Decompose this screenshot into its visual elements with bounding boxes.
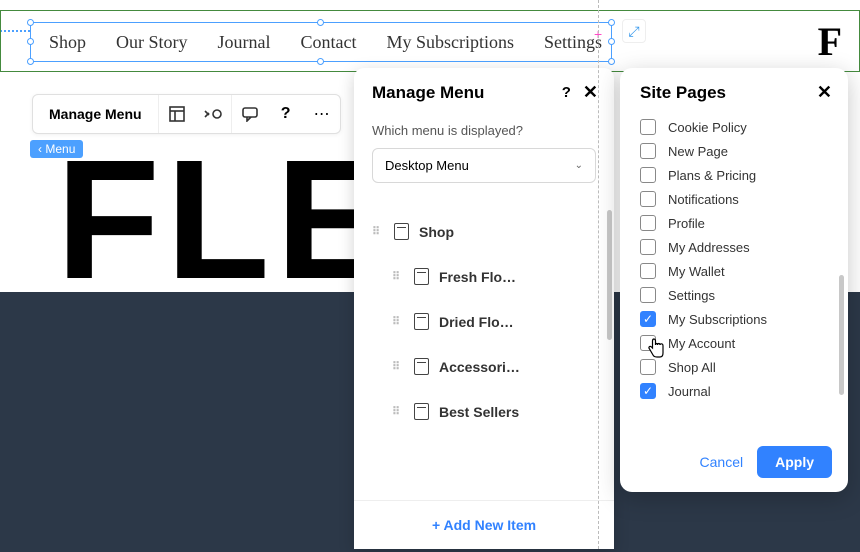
menu-select-dropdown[interactable]: Desktop Menu ⌄ bbox=[372, 148, 596, 183]
add-new-item-button[interactable]: + Add New Item bbox=[354, 500, 614, 549]
nav-item[interactable]: Contact bbox=[301, 32, 357, 53]
chevron-down-icon: ⌄ bbox=[575, 160, 583, 171]
background-hero-text: FLE bbox=[56, 122, 395, 318]
drag-handle-icon[interactable]: ⠿ bbox=[392, 315, 404, 328]
menu-item-label: Shop bbox=[419, 224, 454, 240]
page-label: New Page bbox=[668, 144, 728, 159]
cancel-button[interactable]: Cancel bbox=[700, 454, 744, 470]
page-label: Journal bbox=[668, 384, 711, 399]
page-checkbox-row[interactable]: My Wallet bbox=[640, 259, 830, 283]
page-checkbox-row[interactable]: Shop All bbox=[640, 355, 830, 379]
menu-item-row[interactable]: ⠿ Accessori… bbox=[372, 344, 596, 389]
page-label: My Wallet bbox=[668, 264, 725, 279]
resize-handle[interactable] bbox=[27, 58, 34, 65]
nav-item[interactable]: My Subscriptions bbox=[387, 32, 515, 53]
checkbox[interactable] bbox=[640, 119, 656, 135]
panel-title: Manage Menu bbox=[372, 83, 484, 103]
page-checkbox-row[interactable]: Journal bbox=[640, 379, 830, 403]
resize-handle[interactable] bbox=[317, 58, 324, 65]
brand-letter: F bbox=[818, 18, 842, 65]
resize-handle[interactable] bbox=[608, 58, 615, 65]
checkbox[interactable] bbox=[640, 287, 656, 303]
page-checkbox-row[interactable]: My Addresses bbox=[640, 235, 830, 259]
menu-element-selection[interactable]: Shop Our Story Journal Contact My Subscr… bbox=[30, 22, 612, 62]
resize-handle[interactable] bbox=[27, 19, 34, 26]
site-pages-body: Cookie Policy New Page Plans & Pricing Noti… bbox=[620, 115, 848, 432]
menu-item-row[interactable]: ⠿ Dried Flo… bbox=[372, 299, 596, 344]
manage-menu-panel: Manage Menu ? ✕ Which menu is displayed?… bbox=[354, 68, 614, 549]
page-checkbox-row[interactable]: Profile bbox=[640, 211, 830, 235]
vertical-guide bbox=[598, 0, 599, 549]
checkbox[interactable] bbox=[640, 143, 656, 159]
dropdown-value: Desktop Menu bbox=[385, 158, 469, 173]
checkbox[interactable] bbox=[640, 167, 656, 183]
drag-handle-icon[interactable]: ⠿ bbox=[392, 405, 404, 418]
nav-item[interactable]: Settings bbox=[544, 32, 602, 53]
page-icon bbox=[414, 403, 429, 420]
menu-item-label: Dried Flo… bbox=[439, 314, 514, 330]
page-icon bbox=[394, 223, 409, 240]
checkbox[interactable] bbox=[640, 335, 656, 351]
checkbox[interactable] bbox=[640, 263, 656, 279]
drag-handle-icon[interactable]: ⠿ bbox=[392, 270, 404, 283]
resize-handle[interactable] bbox=[317, 19, 324, 26]
manage-menu-body: Which menu is displayed? Desktop Menu ⌄ … bbox=[354, 115, 614, 500]
pages-list: Cookie Policy New Page Plans & Pricing Noti… bbox=[640, 115, 830, 403]
menu-item-row[interactable]: ⠿ Best Sellers bbox=[372, 389, 596, 434]
panel-title: Site Pages bbox=[640, 83, 726, 103]
nav-item[interactable]: Our Story bbox=[116, 32, 188, 53]
page-label: Notifications bbox=[668, 192, 739, 207]
checkbox[interactable] bbox=[640, 311, 656, 327]
resize-handle[interactable] bbox=[608, 38, 615, 45]
page-label: Profile bbox=[668, 216, 705, 231]
page-label: Plans & Pricing bbox=[668, 168, 756, 183]
scrollbar-thumb[interactable] bbox=[607, 210, 612, 340]
page-label: My Account bbox=[668, 336, 735, 351]
close-icon[interactable]: ✕ bbox=[817, 82, 832, 103]
page-checkbox-row[interactable]: My Subscriptions bbox=[640, 307, 830, 331]
nav-item[interactable]: Shop bbox=[49, 32, 86, 53]
page-label: Cookie Policy bbox=[668, 120, 747, 135]
menu-items-list: ⠿ Shop ⠿ Fresh Flo… ⠿ Dried Flo… ⠿ Accessori… ⠿ B… bbox=[372, 209, 596, 434]
menu-item-row[interactable]: ⠿ Fresh Flo… bbox=[372, 254, 596, 299]
checkbox[interactable] bbox=[640, 191, 656, 207]
resize-handle[interactable] bbox=[608, 19, 615, 26]
page-checkbox-row[interactable]: Cookie Policy bbox=[640, 115, 830, 139]
page-label: My Subscriptions bbox=[668, 312, 767, 327]
scrollbar-thumb[interactable] bbox=[839, 275, 844, 395]
page-checkbox-row[interactable]: Plans & Pricing bbox=[640, 163, 830, 187]
nav-item[interactable]: Journal bbox=[218, 32, 271, 53]
menu-item-label: Accessori… bbox=[439, 359, 520, 375]
menu-item-label: Fresh Flo… bbox=[439, 269, 516, 285]
page-label: My Addresses bbox=[668, 240, 750, 255]
site-pages-panel: Site Pages ✕ Cookie Policy New Page Plans … bbox=[620, 68, 848, 492]
page-label: Settings bbox=[668, 288, 715, 303]
apply-button[interactable]: Apply bbox=[757, 446, 832, 478]
resize-handle[interactable] bbox=[27, 38, 34, 45]
dropdown-label: Which menu is displayed? bbox=[372, 123, 596, 138]
drag-handle-icon[interactable]: ⠿ bbox=[372, 225, 384, 238]
page-label: Shop All bbox=[668, 360, 716, 375]
menu-item-row[interactable]: ⠿ Shop bbox=[372, 209, 596, 254]
checkbox[interactable] bbox=[640, 215, 656, 231]
menu-item-label: Best Sellers bbox=[439, 404, 519, 420]
page-icon bbox=[414, 313, 429, 330]
help-icon[interactable]: ? bbox=[562, 84, 571, 101]
checkbox[interactable] bbox=[640, 383, 656, 399]
page-checkbox-row[interactable]: New Page bbox=[640, 139, 830, 163]
page-icon bbox=[414, 268, 429, 285]
checkbox[interactable] bbox=[640, 239, 656, 255]
page-checkbox-row[interactable]: My Account bbox=[640, 331, 830, 355]
page-icon bbox=[414, 358, 429, 375]
close-icon[interactable]: ✕ bbox=[583, 82, 598, 103]
page-checkbox-row[interactable]: Notifications bbox=[640, 187, 830, 211]
checkbox[interactable] bbox=[640, 359, 656, 375]
drag-handle-icon[interactable]: ⠿ bbox=[392, 360, 404, 373]
page-checkbox-row[interactable]: Settings bbox=[640, 283, 830, 307]
